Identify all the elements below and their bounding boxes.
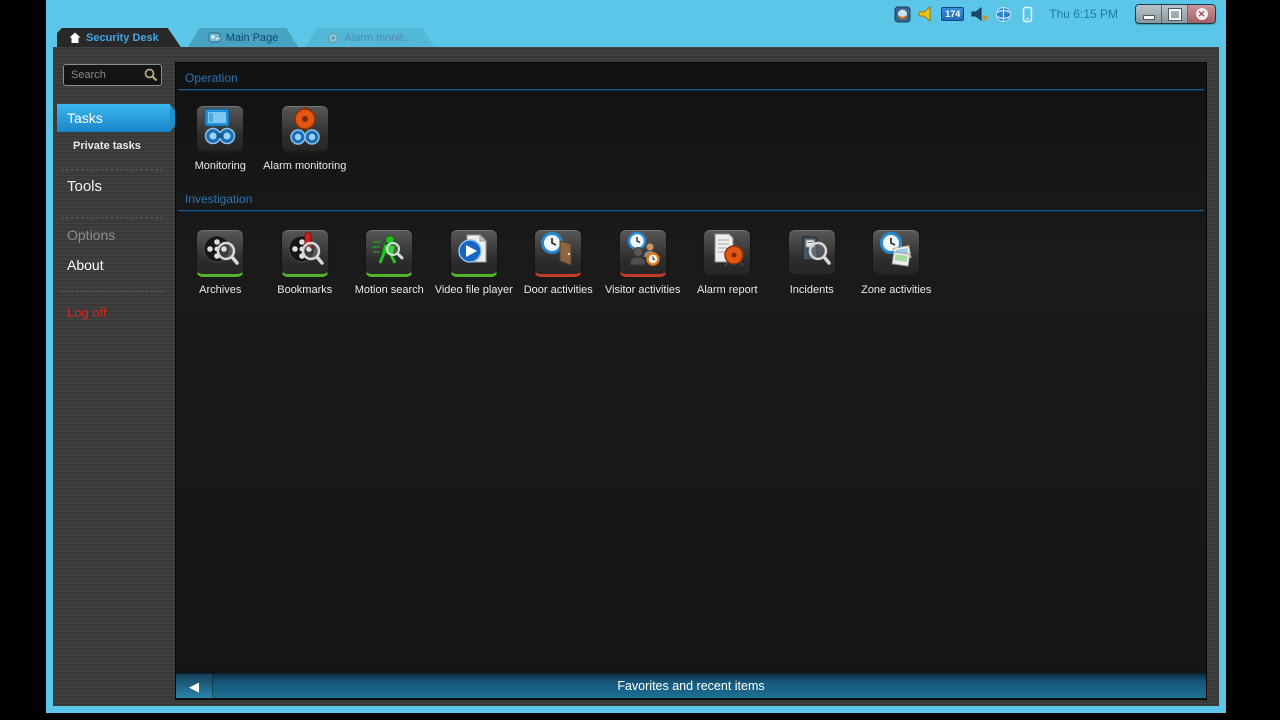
maximize-button[interactable]: [1162, 5, 1188, 23]
notification-count-badge[interactable]: 174: [941, 7, 964, 21]
task-tile-motion-search[interactable]: Motion search: [347, 229, 432, 296]
app-frame: Tasks Private tasks Tools Options About …: [53, 47, 1219, 706]
sidebar-item-logoff[interactable]: Log off: [57, 305, 180, 320]
favorites-bar-label: Favorites and recent items: [617, 679, 764, 693]
tile-surface: [872, 229, 920, 277]
browser-globe-icon[interactable]: [995, 6, 1012, 23]
tile-label: Bookmarks: [277, 284, 332, 296]
tile-surface: [281, 229, 329, 277]
section-divider: [178, 89, 1204, 90]
task-tile-door-activities[interactable]: Door activities: [516, 229, 601, 296]
tile-label: Zone activities: [861, 284, 931, 296]
announcement-icon[interactable]: [918, 6, 934, 22]
sidebar-item-private-tasks[interactable]: Private tasks: [57, 140, 186, 152]
tile-surface: [196, 105, 244, 153]
sidebar-divider: [61, 291, 163, 292]
tile-surface: [534, 229, 582, 277]
bookmarks-icon: [285, 230, 325, 275]
tile-surface: [703, 229, 751, 277]
close-icon: ✕: [1196, 8, 1208, 20]
search-icon[interactable]: [144, 68, 158, 87]
sidebar-item-about[interactable]: About: [57, 257, 180, 273]
task-tile-alarm-report[interactable]: Alarm report: [685, 229, 770, 296]
task-tile-incidents[interactable]: Incidents: [770, 229, 855, 296]
incidents-icon: [792, 230, 832, 275]
tray-app-icon[interactable]: [894, 6, 911, 23]
tile-label: Incidents: [790, 284, 834, 296]
tile-label: Motion search: [355, 284, 424, 296]
tile-label: Alarm monitoring: [263, 160, 346, 172]
task-tile-video-file-player[interactable]: Video file player: [432, 229, 517, 296]
section-divider: [178, 210, 1204, 211]
tile-surface: [450, 229, 498, 277]
maximize-icon: [1169, 9, 1181, 20]
favorites-bar[interactable]: ◀ Favorites and recent items: [176, 673, 1206, 698]
home-icon: [69, 32, 81, 44]
sidebar-item-tools[interactable]: Tools: [57, 178, 180, 195]
task-tile-zone-activities[interactable]: Zone activities: [854, 229, 939, 296]
tab-alarm-monitoring[interactable]: Alarm monit...: [305, 28, 434, 47]
tile-label: Door activities: [524, 284, 593, 296]
task-tile-bookmarks[interactable]: Bookmarks: [263, 229, 348, 296]
tab-main-page[interactable]: Main Page: [188, 28, 299, 47]
sidebar-divider: [61, 217, 163, 218]
tile-surface: [788, 229, 836, 277]
tab-label: Security Desk: [86, 32, 159, 44]
sidebar-item-tasks[interactable]: Tasks: [57, 104, 170, 132]
tile-label: Alarm report: [697, 284, 758, 296]
alarm-tab-icon: [327, 32, 339, 44]
visitor-activities-icon: [623, 230, 663, 275]
tile-surface: [281, 105, 329, 153]
zone-activities-icon: [876, 230, 916, 275]
task-tile-visitor-activities[interactable]: Visitor activities: [601, 229, 686, 296]
titlebar: 174 Thu 6:15 PM ✕: [46, 0, 1226, 28]
tab-bar: Security Desk Main Page Alarm monit...: [57, 28, 434, 47]
close-button[interactable]: ✕: [1188, 5, 1215, 23]
volume-icon[interactable]: [971, 6, 988, 22]
search-box: [63, 64, 162, 86]
tray-clock: Thu 6:15 PM: [1049, 7, 1118, 21]
tile-surface: [365, 229, 413, 277]
task-tile-monitoring[interactable]: Monitoring: [178, 105, 263, 172]
monitoring-icon: [200, 106, 240, 151]
door-activities-icon: [538, 230, 578, 275]
minimize-button[interactable]: [1136, 5, 1162, 23]
alarm-report-icon: [707, 230, 747, 275]
window-controls: ✕: [1135, 4, 1216, 24]
section-title-operation: Operation: [185, 71, 238, 85]
tile-label: Monitoring: [195, 160, 246, 172]
chevron-left-icon: ◀: [189, 680, 199, 693]
security-desk-window: 174 Thu 6:15 PM ✕ Security Desk Main Pag…: [46, 0, 1226, 713]
sidebar-divider: [61, 169, 163, 170]
favorites-collapse-button[interactable]: ◀: [176, 674, 213, 698]
motion-search-icon: [369, 230, 409, 275]
operation-tiles: Monitoring Alarm monitoring: [178, 105, 347, 172]
investigation-tiles: Archives Bookmarks: [178, 229, 939, 296]
minimize-icon: [1143, 15, 1155, 20]
sidebar-item-options[interactable]: Options: [57, 227, 180, 243]
task-tile-archives[interactable]: Archives: [178, 229, 263, 296]
tile-label: Visitor activities: [605, 284, 681, 296]
video-file-player-icon: [454, 230, 494, 275]
alarm-monitoring-icon: [285, 106, 325, 151]
tile-surface: [196, 229, 244, 277]
tile-surface: [619, 229, 667, 277]
task-panel: Operation Monitoring: [175, 62, 1207, 700]
tab-label: Alarm monit...: [344, 32, 412, 44]
task-tile-alarm-monitoring[interactable]: Alarm monitoring: [263, 105, 348, 172]
main-page-icon: [208, 31, 221, 44]
archives-icon: [200, 230, 240, 275]
sidebar: Tasks Private tasks Tools Options About …: [57, 47, 170, 706]
tile-label: Video file player: [435, 284, 513, 296]
mobile-device-icon[interactable]: [1019, 6, 1036, 23]
tile-label: Archives: [199, 284, 241, 296]
tab-label: Main Page: [226, 32, 279, 44]
tab-security-desk[interactable]: Security Desk: [57, 28, 181, 47]
section-title-investigation: Investigation: [185, 192, 252, 206]
